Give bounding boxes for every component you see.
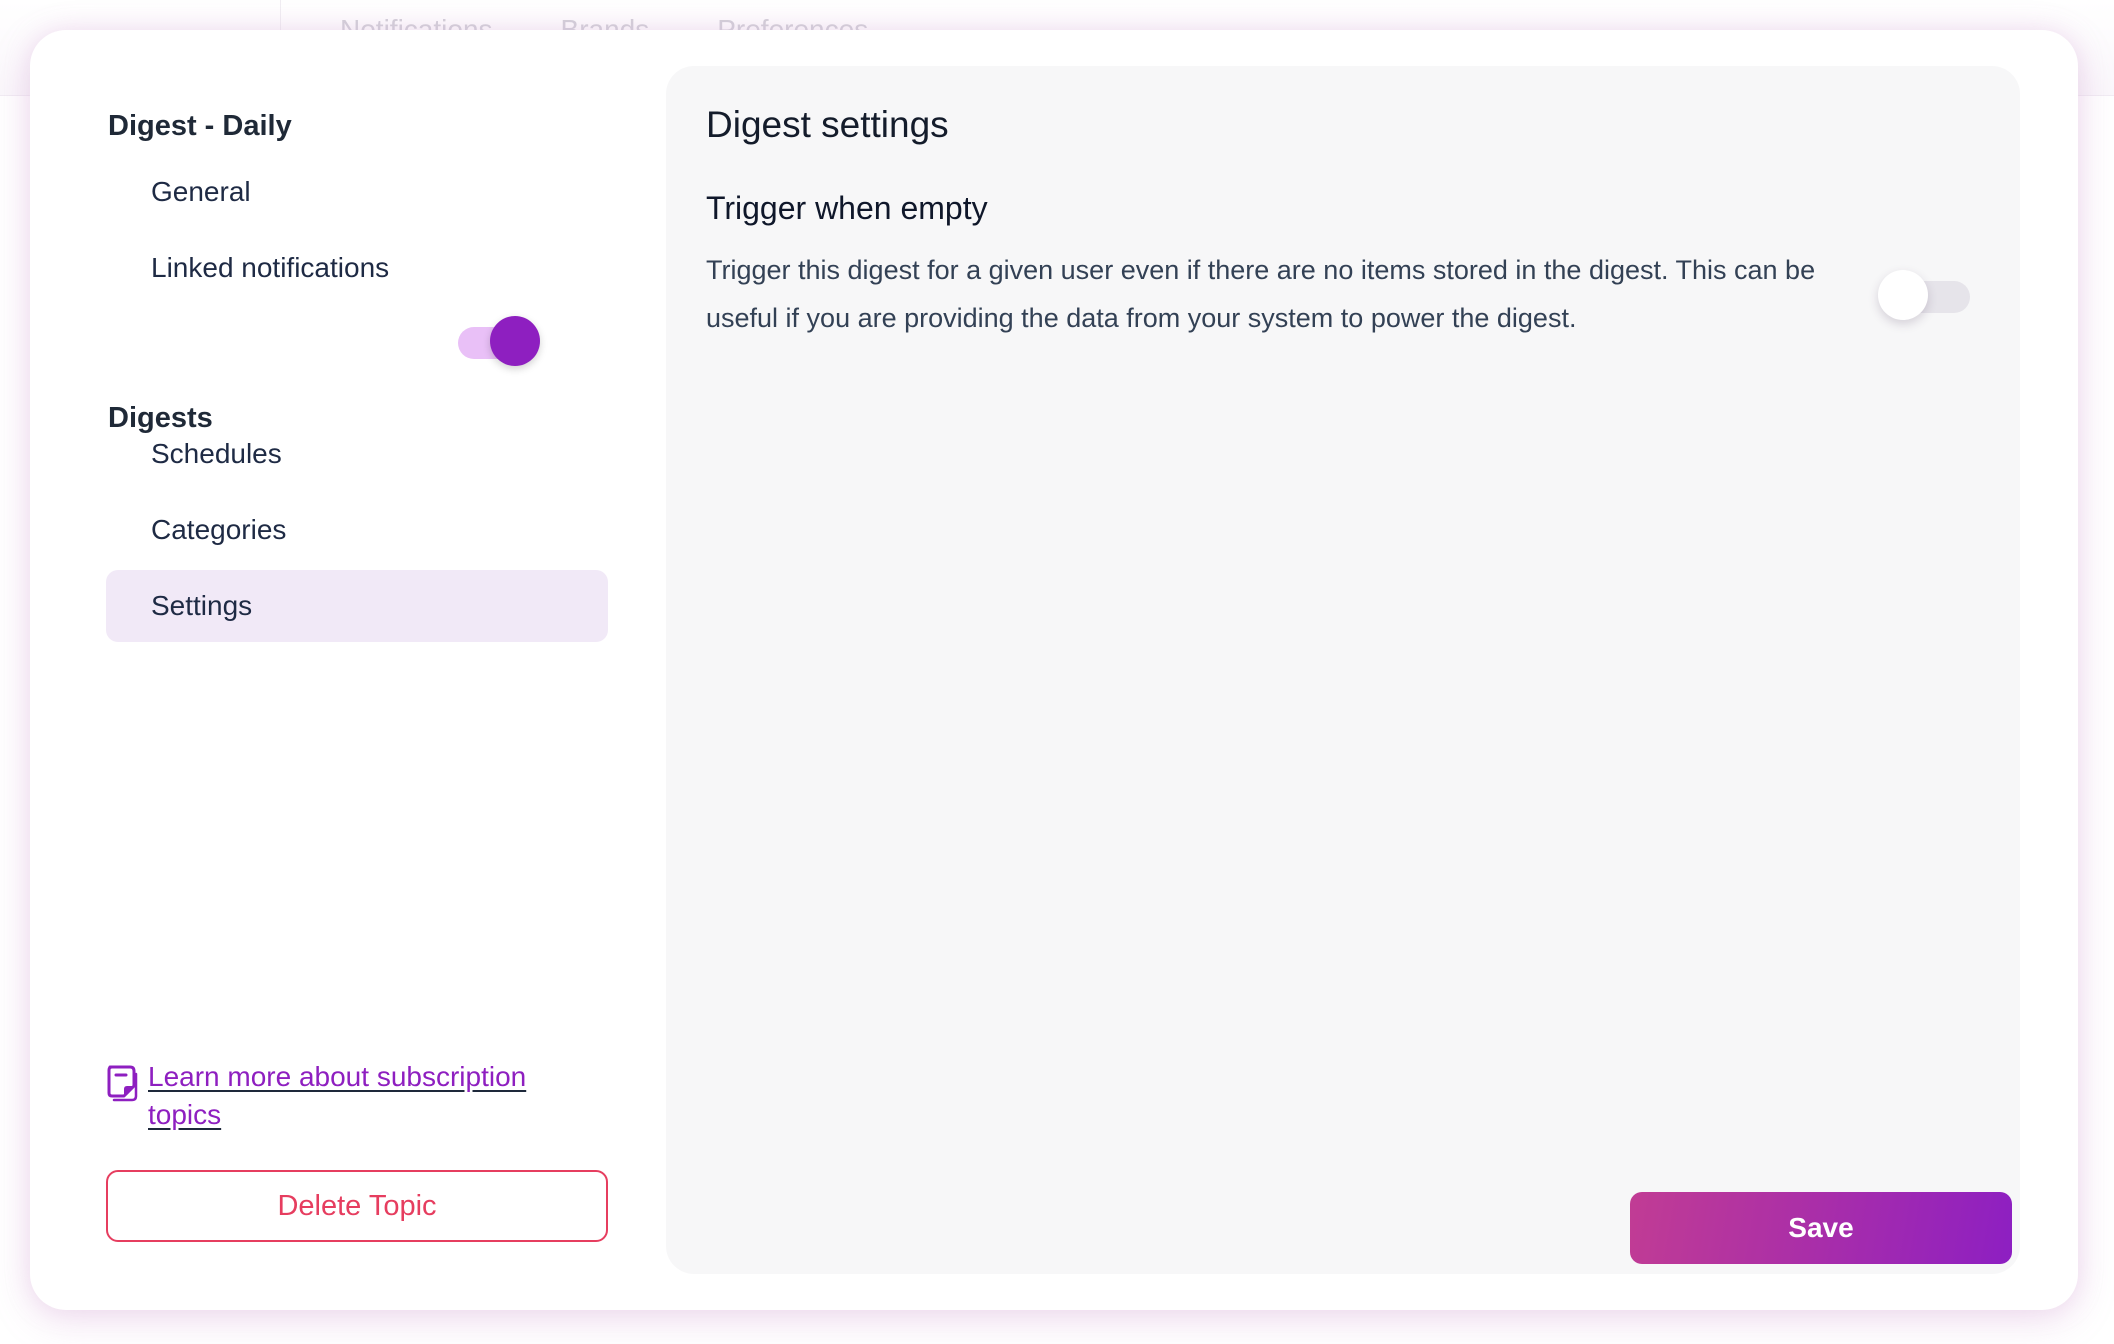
setting-title: Trigger when empty — [706, 190, 988, 226]
document-icon — [107, 1065, 138, 1102]
nav-item-categories[interactable]: Categories — [106, 494, 608, 566]
topic-settings-modal: Digest - Daily General Linked notificati… — [30, 30, 2078, 1310]
delete-topic-button[interactable]: Delete Topic — [106, 1170, 608, 1242]
digests-enabled-toggle[interactable] — [458, 316, 544, 370]
nav-item-label: General — [151, 176, 251, 207]
learn-more-link[interactable]: Learn more about subscription topics — [148, 1058, 566, 1134]
save-button[interactable]: Save — [1630, 1192, 2012, 1264]
digest-settings-panel: Digest settings Trigger when empty Trigg… — [666, 66, 2020, 1274]
nav-item-label: Settings — [151, 590, 253, 621]
nav-item-label: Schedules — [151, 438, 282, 469]
panel-title: Digest settings — [706, 104, 949, 145]
learn-more-row: Learn more about subscription topics — [106, 1058, 566, 1134]
nav-item-label: Linked notifications — [151, 252, 390, 283]
trigger-when-empty-toggle[interactable] — [1878, 270, 1974, 326]
nav-item-general[interactable]: General — [106, 156, 608, 228]
nav-item-schedules[interactable]: Schedules — [106, 418, 608, 490]
setting-description: Trigger this digest for a given user eve… — [706, 255, 1816, 333]
toggle-knob — [490, 316, 540, 366]
nav-item-linked-notifications[interactable]: Linked notifications — [106, 232, 608, 304]
nav-item-label: Categories — [151, 514, 287, 545]
nav-item-settings[interactable]: Settings — [106, 570, 608, 642]
topic-title: Digest - Daily — [108, 110, 292, 142]
toggle-knob — [1878, 270, 1928, 320]
